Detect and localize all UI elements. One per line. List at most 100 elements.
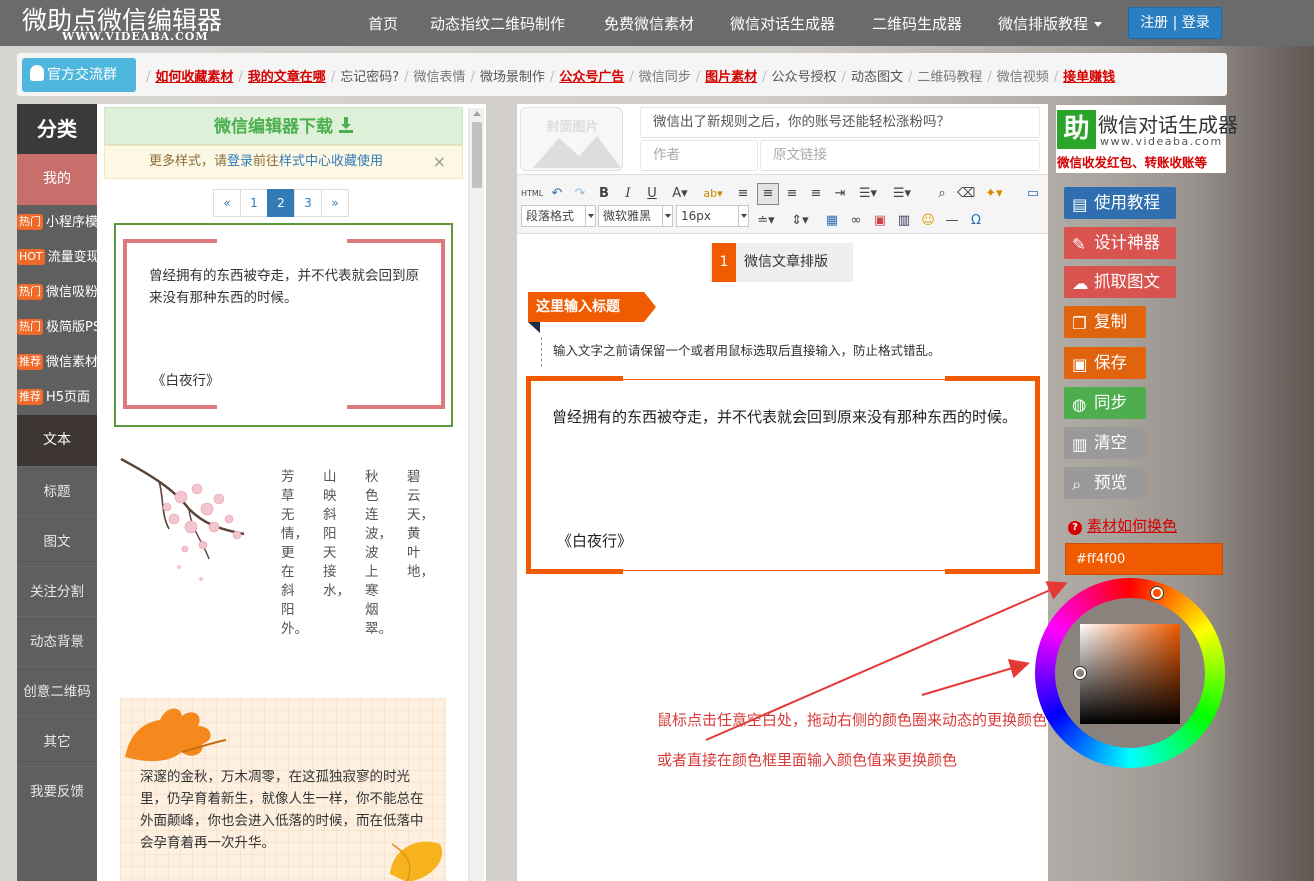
breadcrumb-link[interactable]: 我的文章在哪	[248, 70, 326, 85]
page-link[interactable]: 3	[294, 189, 322, 217]
align-right-icon[interactable]: ≡	[784, 184, 800, 204]
redo-icon[interactable]: ↷	[572, 184, 588, 204]
nav-chat-generator[interactable]: 微信对话生成器	[730, 13, 835, 34]
page-link[interactable]: 2	[267, 189, 295, 217]
font-size-select[interactable]: 16px	[676, 205, 749, 227]
italic-icon[interactable]: I	[621, 184, 635, 204]
eraser-icon[interactable]: ⌫	[957, 184, 975, 204]
saturation-square[interactable]	[1080, 624, 1180, 724]
action-button-4[interactable]: ❐ 复制	[1064, 306, 1146, 338]
sidebar-category-item[interactable]: 图文	[17, 516, 97, 566]
action-button-8[interactable]: ⌕ 预览	[1064, 467, 1146, 499]
undo-icon[interactable]: ↶	[549, 184, 565, 204]
sidebar-item-mine[interactable]: 我的	[17, 154, 97, 205]
page-link[interactable]: »	[321, 189, 349, 217]
template-card-poem[interactable]: 芳草无情，更在斜阳外。 山映斜阳天接水， 秋色连波，波上寒烟翠。 碧云天，黄叶地…	[119, 449, 449, 649]
breadcrumb-link[interactable]: 微信同步	[639, 70, 691, 85]
breadcrumb-link[interactable]: 公众号授权	[772, 70, 837, 85]
breadcrumb-link[interactable]: 图片素材	[705, 70, 757, 85]
nav-qrcode-generator[interactable]: 二维码生成器	[872, 13, 962, 34]
sidebar-subitem[interactable]: 热门 微信吸粉	[17, 275, 98, 310]
highlight-icon[interactable]: ab▾	[701, 184, 725, 204]
sidebar-subitem[interactable]: HOT 流量变现	[17, 240, 100, 275]
notice-style-center-link[interactable]: 样式中心收藏使用	[279, 154, 383, 169]
editor-download-banner[interactable]: 微信编辑器下载	[104, 107, 463, 145]
magic-format-icon[interactable]: ✦▾	[981, 184, 1007, 204]
breadcrumb-link[interactable]: 如何收藏素材	[155, 70, 233, 85]
site-logo[interactable]: 微助点微信编辑器 WWW.VIDEABA.COM	[22, 0, 237, 46]
bullet-list-icon[interactable]: ☰▾	[855, 184, 881, 204]
bold-icon[interactable]: B	[597, 184, 611, 204]
html-source-button[interactable]: HTML	[521, 184, 543, 204]
table-icon[interactable]: ▦	[823, 211, 841, 231]
template-scrollbar[interactable]	[468, 108, 484, 881]
template-card-quote[interactable]: 曾经拥有的东西被夺走，并不代表就会回到原来没有那种东西的时候。 《白夜行》	[114, 223, 453, 427]
page-link[interactable]: «	[213, 189, 241, 217]
scrollbar-thumb[interactable]	[472, 122, 482, 188]
color-value-input[interactable]: #ff4f00	[1065, 543, 1223, 575]
ribbon-title[interactable]: 这里输入标题	[528, 292, 656, 333]
hue-marker[interactable]	[1151, 587, 1163, 599]
official-group-button[interactable]: 官方交流群	[22, 58, 136, 92]
breadcrumb-link[interactable]: 忘记密码?	[340, 70, 399, 85]
page-link[interactable]: 1	[240, 189, 268, 217]
sidebar-subitem[interactable]: 热门 小程序模板	[17, 205, 111, 240]
numbered-list-icon[interactable]: ☰▾	[889, 184, 915, 204]
align-justify-icon[interactable]: ≡	[808, 184, 824, 204]
breadcrumb-link[interactable]: 微信视频	[997, 70, 1049, 85]
breadcrumb-link[interactable]: 微信表情	[414, 70, 466, 85]
breadcrumb-link[interactable]: 公众号广告	[559, 70, 624, 85]
saturation-marker[interactable]	[1074, 667, 1086, 679]
font-family-select[interactable]: 微软雅黑	[598, 205, 673, 227]
action-button-5[interactable]: ▣ 保存	[1064, 347, 1146, 379]
section-number-title[interactable]: 1 微信文章排版	[710, 243, 853, 282]
paragraph-spacing-icon[interactable]: ⇕▾	[787, 211, 813, 231]
horizontal-rule-icon[interactable]: —	[943, 211, 961, 231]
action-button-6[interactable]: ◍ 同步	[1064, 387, 1146, 419]
sidebar-category-item[interactable]: 动态背景	[17, 616, 97, 666]
action-button-3[interactable]: ☁ 抓取图文	[1064, 266, 1176, 298]
find-replace-icon[interactable]: ⌕	[933, 184, 951, 204]
special-char-icon[interactable]: Ω	[967, 211, 985, 231]
quote-frame[interactable]: 曾经拥有的东西被夺走，并不代表就会回到原来没有那种东西的时候。 《白夜行》	[526, 375, 1040, 575]
nav-free-materials[interactable]: 免费微信素材	[604, 13, 694, 34]
sidebar-category-item[interactable]: 创意二维码	[17, 666, 97, 716]
sidebar-category-item[interactable]: 其它	[17, 716, 97, 766]
breadcrumb-link[interactable]: 二维码教程	[917, 70, 982, 85]
author-input[interactable]: 作者	[640, 140, 758, 171]
cover-image-upload[interactable]: 封面图片	[520, 107, 623, 171]
nav-dynamic-qrcode[interactable]: 动态指纹二维码制作	[430, 13, 565, 34]
article-title-input[interactable]: 微信出了新规则之后，你的账号还能轻松涨粉吗？	[640, 107, 1040, 138]
line-height-icon[interactable]: ≐▾	[753, 211, 779, 231]
sidebar-subitem[interactable]: 推荐 微信素材	[17, 345, 98, 380]
image-icon[interactable]: ▣	[871, 211, 889, 231]
action-button-7[interactable]: ▥ 清空	[1064, 427, 1146, 459]
sidebar-category-item[interactable]: 标题	[17, 466, 97, 516]
paragraph-format-select[interactable]: 段落格式	[521, 205, 596, 227]
register-login-button[interactable]: 注册 | 登录	[1128, 7, 1222, 39]
fullscreen-icon[interactable]: ▭	[1024, 184, 1042, 204]
align-left-icon[interactable]: ≡	[735, 184, 751, 204]
breadcrumb-link[interactable]: 微场景制作	[480, 70, 545, 85]
video-icon[interactable]: ▥	[895, 211, 913, 231]
font-color-icon[interactable]: A▾	[669, 184, 691, 204]
emoji-icon[interactable]: ☺	[919, 211, 937, 231]
notice-login-link[interactable]: 登录	[227, 154, 253, 169]
chat-generator-ad[interactable]: 助 微信对话生成器 www.videaba.com 微信收发红包、转账收账等	[1056, 105, 1238, 173]
nav-tutorial-dropdown[interactable]: 微信排版教程	[998, 13, 1103, 34]
sidebar-subitem[interactable]: 推荐 H5页面	[17, 380, 97, 415]
breadcrumb-link[interactable]: 动态图文	[851, 70, 903, 85]
sidebar-category-item[interactable]: 关注分割	[17, 566, 97, 616]
nav-home[interactable]: 首页	[368, 13, 398, 34]
close-icon[interactable]: ×	[433, 146, 446, 178]
align-center-icon[interactable]: ≡	[757, 183, 779, 205]
action-button-1[interactable]: ▤ 使用教程	[1064, 187, 1176, 219]
action-button-2[interactable]: ✎ 设计神器	[1064, 227, 1176, 259]
sidebar-subitem[interactable]: 热门 极简版PS	[17, 310, 101, 345]
sidebar-item-text[interactable]: 文本	[17, 415, 97, 466]
indent-icon[interactable]: ⇥	[832, 184, 848, 204]
template-card-autumn[interactable]: 深邃的金秋，万木凋零，在这孤独寂寥的时光里，仍孕育着新生，就像人生一样，你不能总…	[120, 698, 446, 881]
recolor-help-link[interactable]: ? 素材如何换色	[1068, 515, 1177, 536]
breadcrumb-link[interactable]: 接单赚钱	[1063, 70, 1115, 85]
sidebar-category-item[interactable]: 我要反馈	[17, 766, 97, 816]
